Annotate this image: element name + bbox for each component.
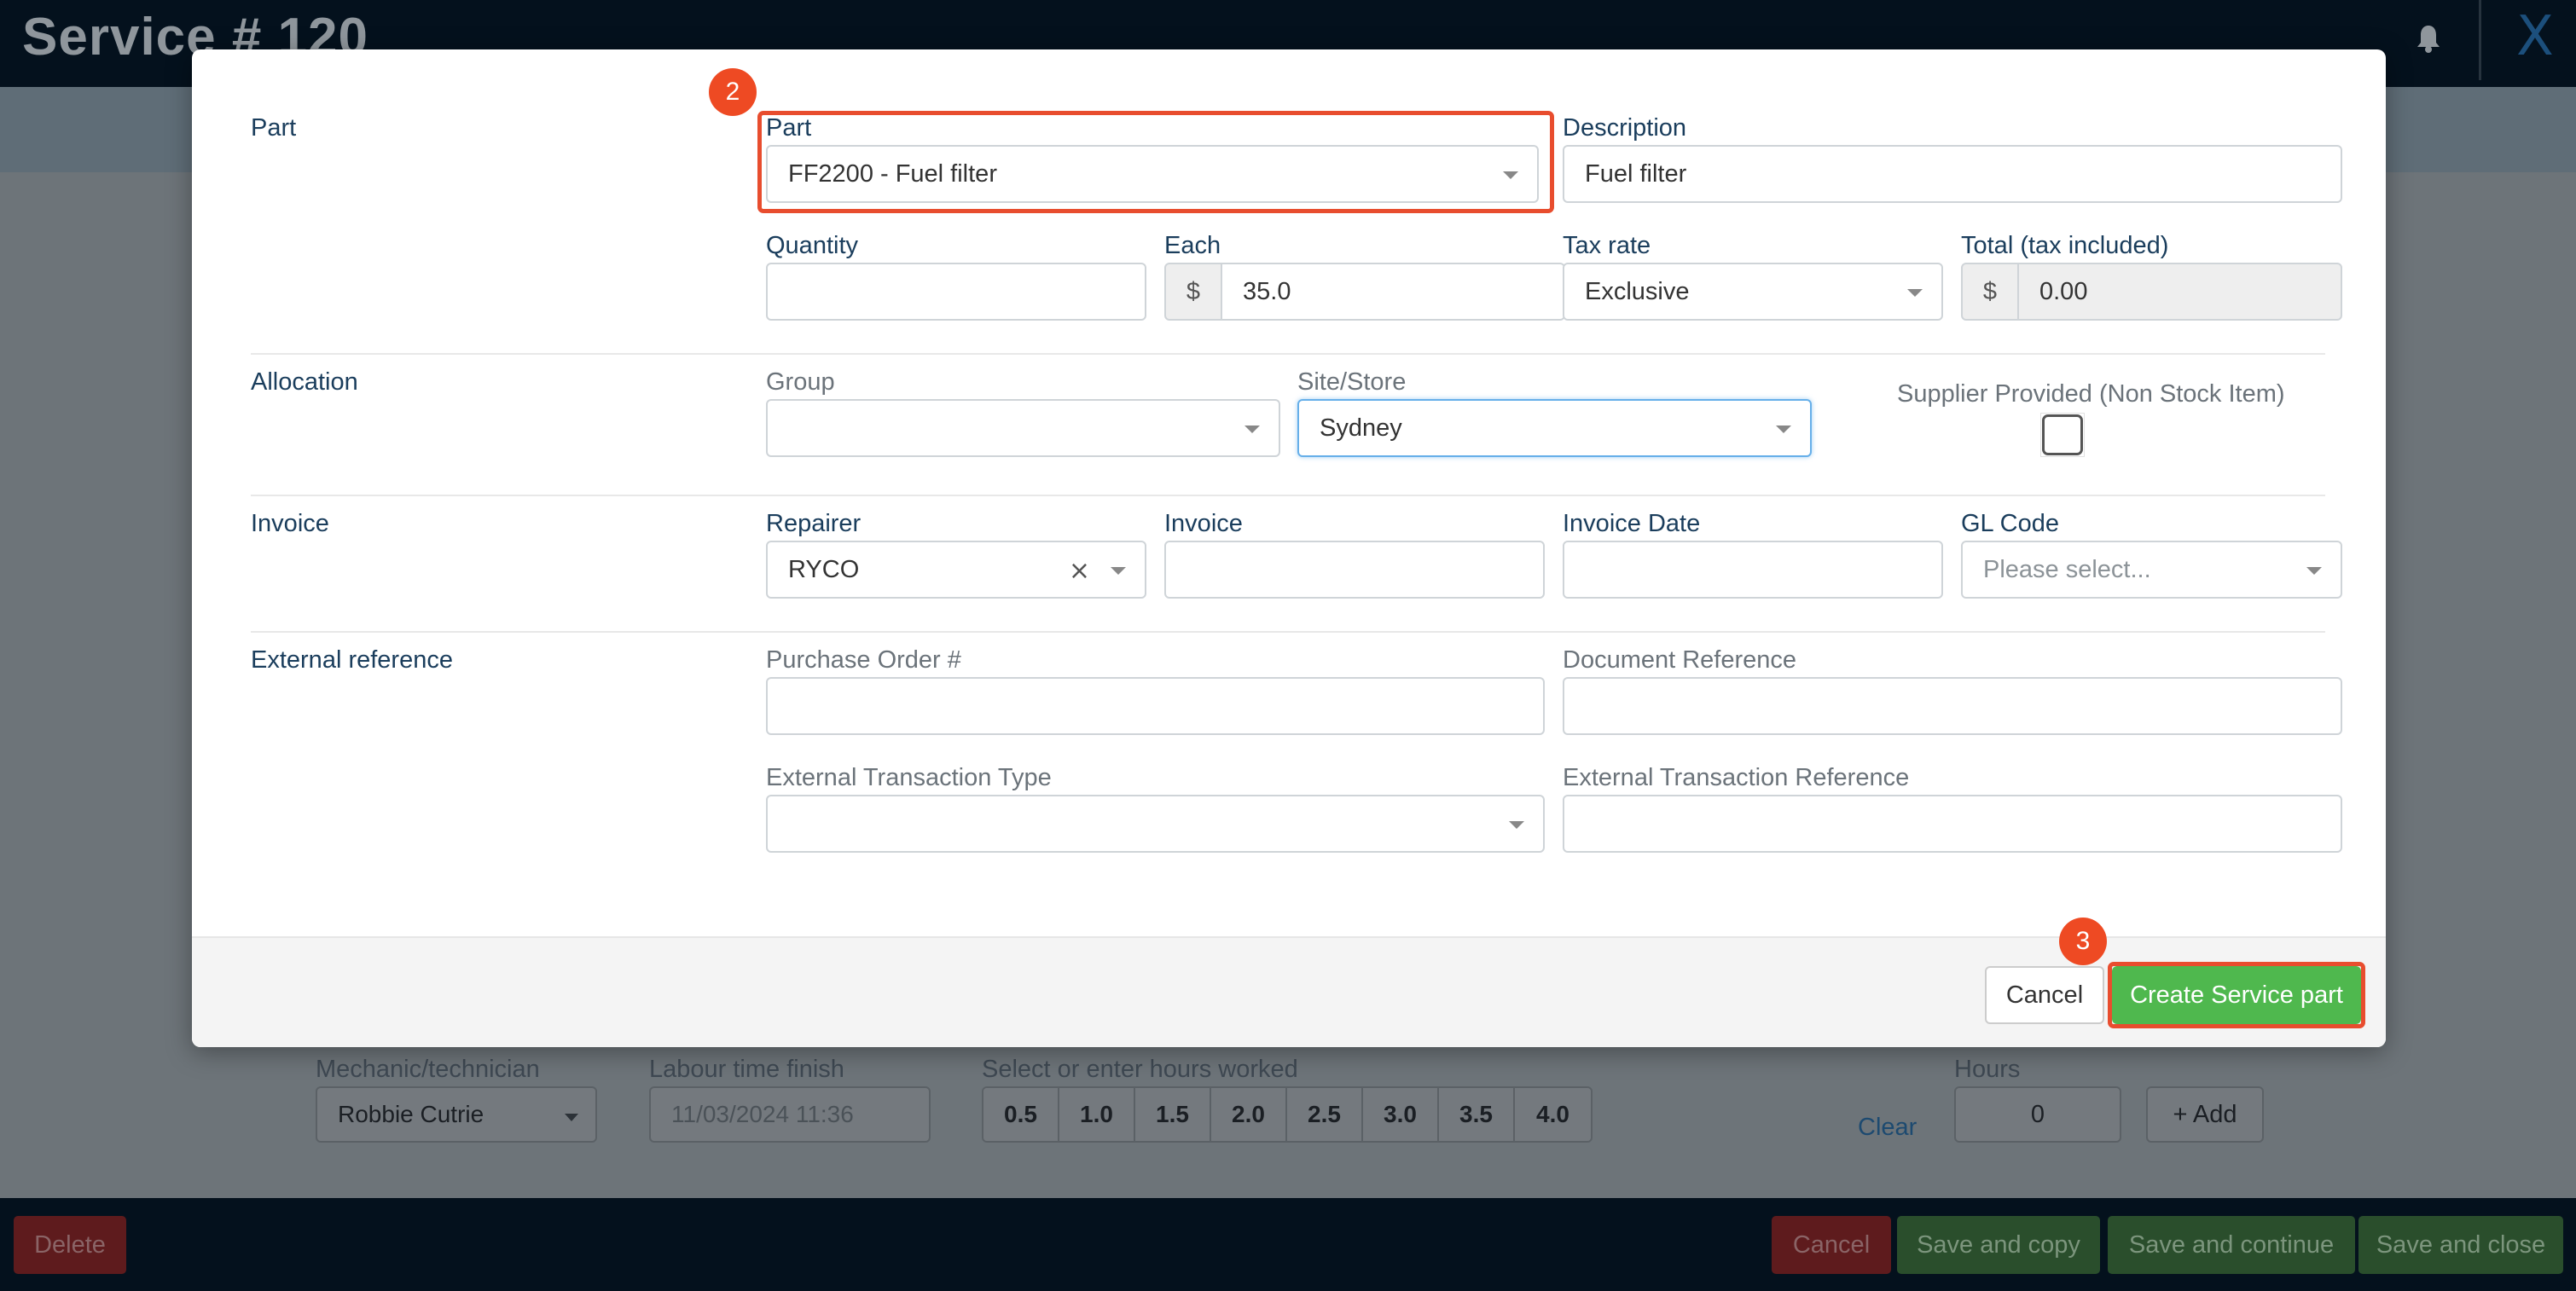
total-label: Total (tax included)	[1961, 232, 2169, 259]
save-and-continue-button[interactable]: Save and continue	[2108, 1216, 2355, 1274]
each-price-value: 35.0	[1243, 277, 1291, 305]
group-label: Group	[766, 368, 835, 396]
document-reference-input[interactable]	[1563, 677, 2342, 735]
section-divider	[251, 495, 2325, 496]
save-and-copy-button[interactable]: Save and copy	[1897, 1216, 2100, 1274]
tax-rate-value: Exclusive	[1585, 277, 1690, 305]
hour-option-button[interactable]: 2.0	[1211, 1088, 1287, 1141]
site-store-select[interactable]: Sydney	[1297, 399, 1812, 457]
part-field-highlight	[757, 111, 1554, 213]
repairer-label: Repairer	[766, 510, 862, 537]
repairer-select[interactable]: RYCO ×	[766, 541, 1146, 599]
external-transaction-reference-label: External Transaction Reference	[1563, 764, 1910, 791]
supplier-provided-label: Supplier Provided (Non Stock Item)	[1897, 380, 2285, 408]
create-button-highlight	[2108, 962, 2365, 1028]
bell-icon[interactable]	[2416, 24, 2441, 53]
purchase-order-input[interactable]	[766, 677, 1545, 735]
external-transaction-type-select[interactable]	[766, 795, 1545, 853]
supplier-provided-wrapper	[2040, 413, 2085, 457]
purchase-order-label: Purchase Order #	[766, 646, 961, 674]
section-divider	[251, 353, 2325, 355]
mechanic-value: Robbie Cutrie	[338, 1101, 484, 1127]
invoice-date-label: Invoice Date	[1563, 510, 1701, 537]
tax-rate-label: Tax rate	[1563, 232, 1651, 259]
repairer-value: RYCO	[788, 555, 860, 583]
chevron-down-icon	[2306, 567, 2322, 575]
clear-hours-link[interactable]: Clear	[1858, 1114, 1917, 1142]
labour-finish-value: 11/03/2024 11:36	[671, 1101, 854, 1127]
page-cancel-button[interactable]: Cancel	[1772, 1216, 1891, 1274]
hour-option-button[interactable]: 0.5	[983, 1088, 1059, 1141]
hours-label: Hours	[1954, 1056, 2021, 1083]
delete-button[interactable]: Delete	[14, 1216, 126, 1274]
invoice-label: Invoice	[1164, 510, 1243, 537]
step-badge-2: 2	[709, 68, 757, 116]
invoice-date-input[interactable]	[1563, 541, 1943, 599]
close-page-button[interactable]: X	[2516, 5, 2554, 68]
site-store-value: Sydney	[1320, 414, 1402, 442]
gl-code-select[interactable]: Please select...	[1961, 541, 2342, 599]
invoice-input[interactable]	[1164, 541, 1545, 599]
tax-rate-select[interactable]: Exclusive	[1563, 263, 1943, 321]
total-input: 0.00	[2017, 263, 2342, 321]
section-external-reference-label: External reference	[251, 646, 453, 674]
description-value: Fuel filter	[1585, 159, 1687, 188]
quantity-input[interactable]	[766, 263, 1146, 321]
hour-option-button[interactable]: 1.0	[1059, 1088, 1135, 1141]
step-badge-3: 3	[2059, 918, 2107, 965]
hour-option-button[interactable]: 4.0	[1515, 1088, 1591, 1141]
gl-code-label: GL Code	[1961, 510, 2059, 537]
hour-option-button[interactable]: 3.5	[1439, 1088, 1515, 1141]
total-currency-addon: $	[1961, 263, 2019, 321]
section-divider	[251, 631, 2325, 633]
group-select[interactable]	[766, 399, 1280, 457]
hour-option-button[interactable]: 2.5	[1287, 1088, 1363, 1141]
hour-option-button[interactable]: 1.5	[1135, 1088, 1211, 1141]
each-price-input[interactable]: 35.0	[1221, 263, 1565, 321]
add-labour-button[interactable]: + Add	[2146, 1086, 2264, 1143]
site-store-label: Site/Store	[1297, 368, 1407, 396]
quantity-label: Quantity	[766, 232, 858, 259]
each-label: Each	[1164, 232, 1221, 259]
total-value: 0.00	[2039, 277, 2088, 305]
save-and-close-button[interactable]: Save and close	[2358, 1216, 2563, 1274]
labour-finish-input[interactable]: 11/03/2024 11:36	[649, 1086, 931, 1143]
hours-input[interactable]: 0	[1954, 1086, 2121, 1143]
external-transaction-reference-input[interactable]	[1563, 795, 2342, 853]
hours-button-group: 0.5 1.0 1.5 2.0 2.5 3.0 3.5 4.0	[982, 1086, 1593, 1143]
section-allocation-label: Allocation	[251, 368, 358, 396]
hour-option-button[interactable]: 3.0	[1363, 1088, 1439, 1141]
hours-worked-label: Select or enter hours worked	[982, 1056, 1298, 1083]
topbar-divider	[2479, 0, 2481, 80]
labour-finish-label: Labour time finish	[649, 1056, 844, 1083]
chevron-down-icon	[1111, 567, 1126, 575]
chevron-down-icon	[1244, 426, 1260, 433]
chevron-down-icon	[1907, 289, 1923, 297]
mechanic-label: Mechanic/technician	[316, 1056, 540, 1083]
section-part-label: Part	[251, 114, 297, 142]
external-transaction-type-label: External Transaction Type	[766, 764, 1052, 791]
description-label: Description	[1563, 114, 1687, 142]
document-reference-label: Document Reference	[1563, 646, 1797, 674]
chevron-down-icon	[565, 1114, 578, 1121]
each-currency-addon: $	[1164, 263, 1222, 321]
gl-code-placeholder: Please select...	[1983, 555, 2151, 583]
mechanic-select[interactable]: Robbie Cutrie	[316, 1086, 597, 1143]
chevron-down-icon	[1776, 426, 1791, 433]
supplier-provided-checkbox[interactable]	[2042, 414, 2083, 455]
modal-cancel-button[interactable]: Cancel	[1985, 966, 2104, 1024]
chevron-down-icon	[1509, 821, 1524, 829]
clear-selection-icon[interactable]: ×	[1069, 556, 1090, 586]
description-input[interactable]: Fuel filter	[1563, 145, 2342, 203]
section-invoice-label: Invoice	[251, 510, 329, 537]
